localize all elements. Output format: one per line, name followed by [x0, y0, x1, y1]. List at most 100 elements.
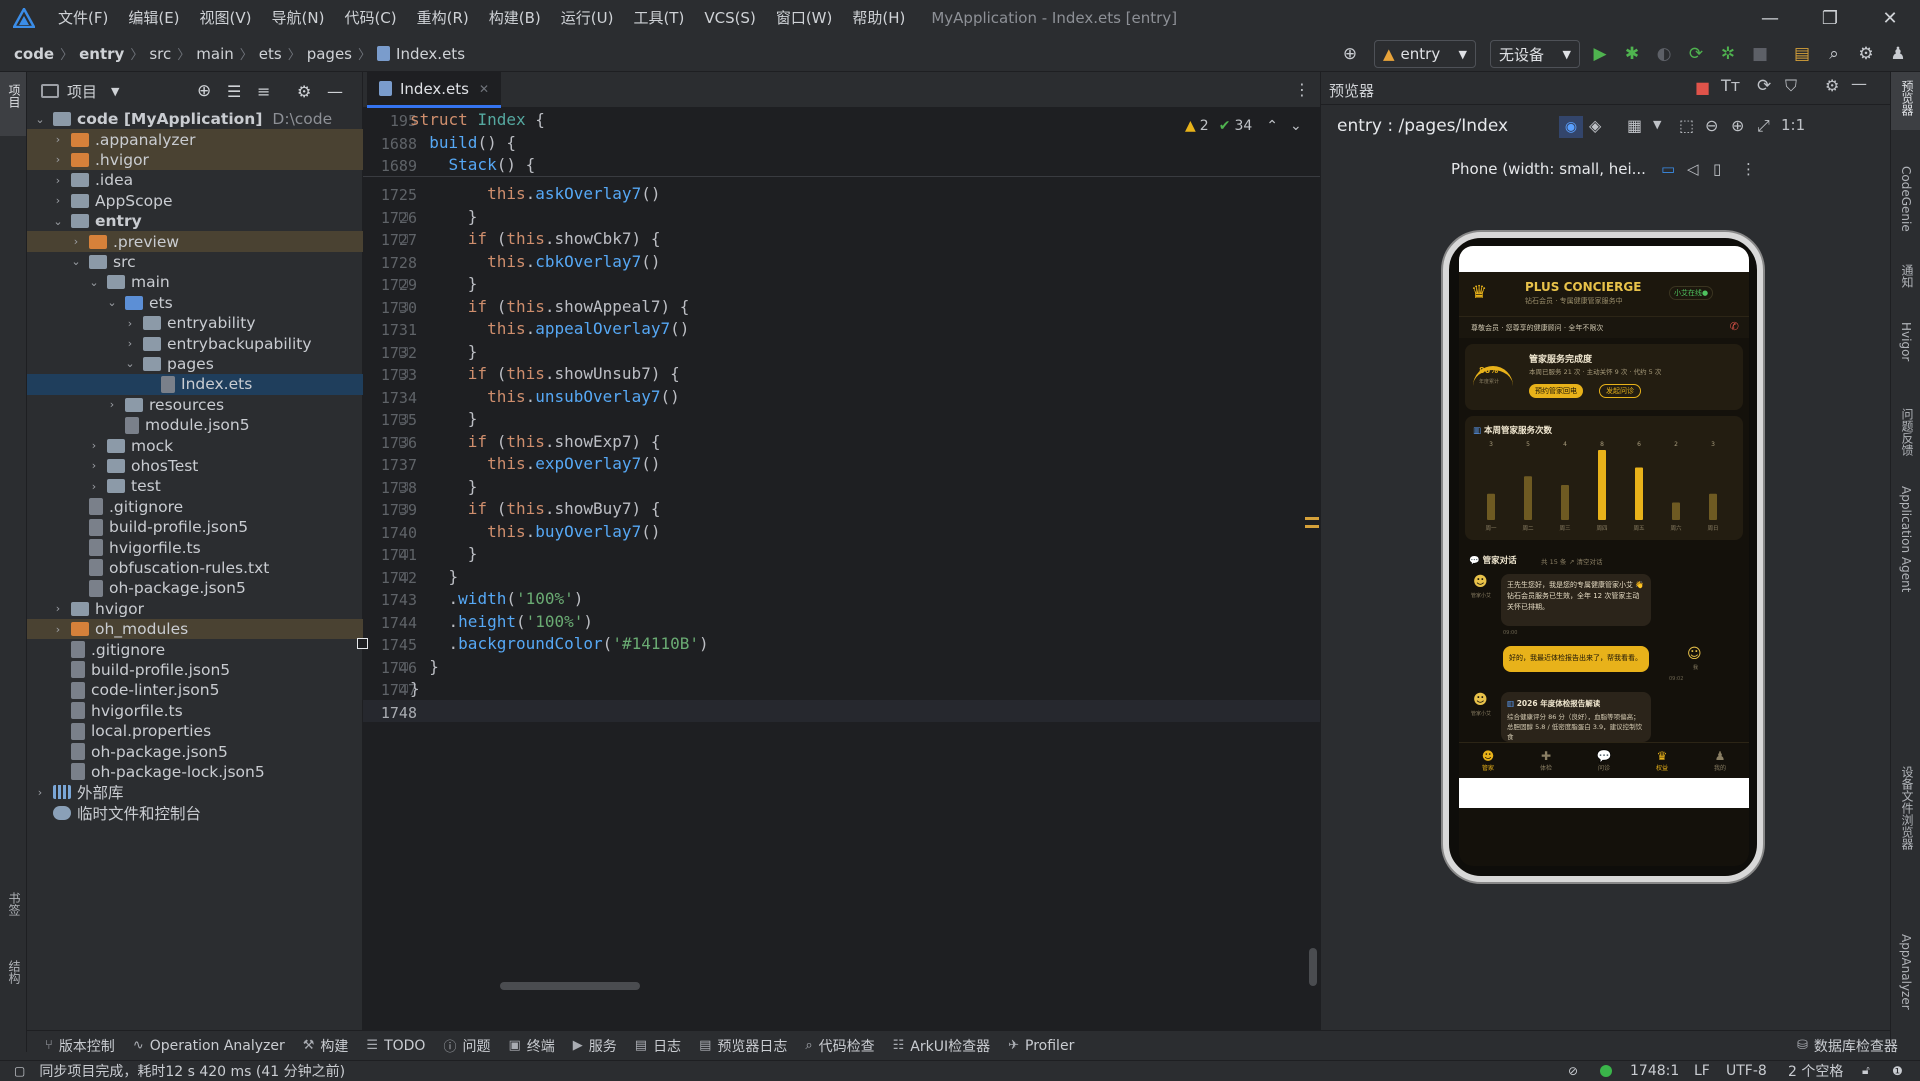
tool-window-button[interactable]: ⚒ 构建	[303, 1036, 349, 1056]
collapse-all-icon[interactable]: ≡	[257, 82, 270, 101]
debug-icon[interactable]: ✱	[1620, 41, 1644, 67]
ruler-icon[interactable]: 1:1	[1781, 116, 1805, 134]
previewer-tool-button[interactable]: 预览器	[1891, 72, 1920, 130]
project-tool-button[interactable]: 项目	[0, 72, 26, 136]
tree-item[interactable]: › entrybackupability	[27, 333, 363, 353]
expand-all-icon[interactable]: ☰	[227, 82, 241, 101]
tool-window-button[interactable]: ▤ 日志	[635, 1036, 681, 1056]
stop-icon[interactable]: ■	[1748, 41, 1772, 67]
settings-icon[interactable]: ⚙	[1854, 41, 1878, 67]
tree-item[interactable]: oh-package.json5	[27, 741, 363, 761]
more-icon[interactable]: ⋮	[1741, 160, 1756, 178]
chevron-down-icon[interactable]: ▼	[111, 85, 119, 98]
fullscreen-icon[interactable]: ⤢	[1757, 116, 1770, 136]
tree-item[interactable]: ⌄ pages	[27, 354, 363, 374]
tree-item[interactable]: hvigorfile.ts	[27, 701, 363, 721]
tree-item[interactable]: ⌄ src	[27, 252, 363, 272]
menu-item[interactable]: 工具(T)	[623, 0, 694, 36]
tree-item[interactable]: ⌄ main	[27, 272, 363, 292]
breadcrumb-item[interactable]: entry	[79, 45, 124, 63]
locate-icon[interactable]: ⊕	[197, 81, 211, 101]
restore-button[interactable]: ❐	[1800, 0, 1860, 36]
tree-item[interactable]: › .preview	[27, 231, 363, 252]
project-structure-icon[interactable]: ▤	[1790, 41, 1814, 67]
chevron-right-icon[interactable]: ›	[105, 398, 119, 411]
font-size-icon[interactable]: Tт	[1721, 76, 1740, 95]
app-nav-item[interactable]: ♟ 我的	[1691, 743, 1749, 778]
layout-toggle-icon[interactable]: ▢	[14, 1064, 25, 1078]
inspect-icon[interactable]: ⛉	[1785, 76, 1797, 96]
phone-call-icon[interactable]: ✆	[1730, 320, 1739, 333]
chevron-right-icon[interactable]: ›	[87, 459, 101, 472]
tree-item[interactable]: › entryability	[27, 313, 363, 333]
tool-window-button[interactable]: ⑂ 版本控制	[45, 1036, 115, 1056]
hide-panel-icon[interactable]: —	[327, 82, 343, 101]
tool-window-button[interactable]: ▤ 预览器日志	[699, 1036, 787, 1056]
tool-window-button[interactable]: ▣ 终端	[508, 1036, 554, 1056]
gear-icon[interactable]: ⚙	[1825, 76, 1839, 95]
inspection-widget[interactable]: ▲ 2 ✔ 34 ⌃ ⌄	[1185, 118, 1302, 134]
horizontal-scrollbar[interactable]	[498, 980, 1298, 990]
consult-button[interactable]: 发起问诊	[1599, 384, 1641, 398]
chevron-right-icon[interactable]: ›	[51, 602, 65, 615]
prev-highlight-icon[interactable]: ⌃	[1266, 118, 1278, 134]
fold-marker-icon[interactable]	[399, 346, 408, 356]
tree-item[interactable]: obfuscation-rules.txt	[27, 558, 363, 578]
file-encoding[interactable]: UTF-8	[1726, 1063, 1767, 1079]
component-mode-icon[interactable]: ◉	[1559, 116, 1583, 138]
notifications-tool-label[interactable]: 通知	[1899, 264, 1916, 288]
caret-position[interactable]: 1748:1	[1630, 1063, 1679, 1079]
menu-item[interactable]: 代码(C)	[334, 0, 406, 36]
tree-item[interactable]: › .hvigor	[27, 149, 363, 171]
connection-status-icon[interactable]	[1600, 1064, 1612, 1077]
tool-window-button[interactable]: ⌕ 代码检查	[805, 1036, 874, 1056]
device-profile-label[interactable]: Phone (width: small, hei...	[1451, 160, 1646, 178]
tree-item[interactable]: Index.ets	[27, 374, 363, 395]
menu-item[interactable]: 窗口(W)	[766, 0, 843, 36]
report-bubble[interactable]: ▥ 2026 年度体检报告解读 综合健康评分 86 分（良好），血脂等项偏高；总…	[1501, 692, 1651, 742]
inspection-status-icon[interactable]: ❶	[1892, 1064, 1903, 1078]
chevron-right-icon[interactable]: ›	[87, 439, 101, 452]
tree-item[interactable]: › .appanalyzer	[27, 129, 363, 150]
run-icon[interactable]: ▶	[1588, 41, 1612, 67]
tool-window-button[interactable]: ▶ 服务	[573, 1036, 617, 1056]
menu-item[interactable]: 视图(V)	[190, 0, 262, 36]
tree-item[interactable]: › AppScope	[27, 191, 363, 211]
chevron-right-icon[interactable]: ›	[87, 480, 101, 493]
fold-marker-icon[interactable]	[399, 279, 408, 288]
target-icon[interactable]: ⊕	[1338, 41, 1362, 67]
chevron-down-icon[interactable]: ⌄	[87, 276, 101, 289]
bookmarks-tool-label[interactable]: 书签	[6, 892, 23, 916]
status-message[interactable]: 同步项目完成，耗时12 s 420 ms (41 分钟之前)	[39, 1061, 345, 1081]
tree-item[interactable]: module.json5	[27, 415, 363, 435]
fold-marker-icon[interactable]	[399, 414, 408, 423]
next-highlight-icon[interactable]: ⌄	[1290, 118, 1302, 134]
tree-item[interactable]: oh-package-lock.json5	[27, 762, 363, 782]
color-swatch-icon[interactable]	[357, 638, 368, 649]
vertical-scrollbar-thumb[interactable]	[1309, 948, 1317, 986]
more-tabs-icon[interactable]: ⋮	[1294, 80, 1310, 99]
profile-icon[interactable]: ✲	[1716, 41, 1740, 67]
fold-marker-icon[interactable]	[399, 211, 408, 221]
app-nav-item[interactable]: ☻ 管家	[1459, 743, 1517, 778]
breadcrumb-item[interactable]: main	[196, 45, 233, 63]
hide-panel-icon[interactable]: —	[1851, 74, 1867, 93]
fold-marker-icon[interactable]	[399, 504, 408, 513]
feedback-tool-label[interactable]: 问题反馈	[1899, 408, 1916, 456]
menu-item[interactable]: VCS(S)	[694, 0, 765, 36]
refresh-icon[interactable]: ⟳	[1757, 76, 1771, 96]
chevron-right-icon[interactable]: ›	[51, 133, 65, 146]
tree-item[interactable]: › 外部库	[27, 782, 363, 802]
tree-item[interactable]: › test	[27, 476, 363, 496]
warning-stripe-marker[interactable]	[1305, 517, 1319, 520]
run-config-select[interactable]: ▲ entry ▼	[1374, 40, 1476, 68]
tree-item[interactable]: .gitignore	[27, 639, 363, 659]
breadcrumb-item[interactable]: Index.ets	[396, 45, 465, 63]
clear-chat-button[interactable]: ↗ 清空对话	[1569, 556, 1603, 566]
tree-item[interactable]: ⌄ entry	[27, 211, 363, 231]
application-agent-tool-label[interactable]: Application Agent	[1899, 486, 1913, 592]
fit-icon[interactable]: ⬚	[1679, 116, 1694, 135]
fold-marker-icon[interactable]	[399, 661, 408, 671]
scrollbar-thumb[interactable]	[500, 982, 640, 990]
fold-marker-icon[interactable]	[399, 549, 408, 558]
